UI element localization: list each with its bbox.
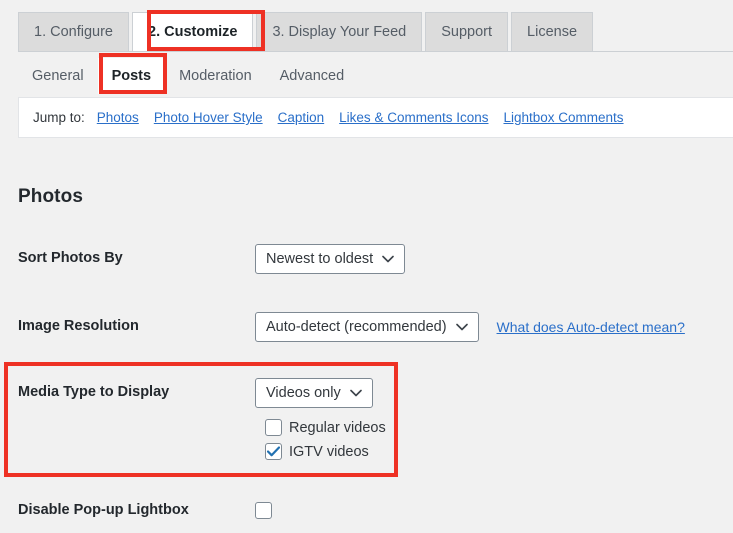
subtab-moderation[interactable]: Moderation bbox=[165, 58, 266, 94]
checkbox-row-disable-lightbox bbox=[255, 500, 272, 521]
subtab-general-label: General bbox=[32, 68, 84, 84]
tab-license[interactable]: License bbox=[511, 12, 594, 51]
setting-row-media-type: Media Type to Display Videos only Regula… bbox=[0, 378, 733, 462]
image-resolution-field: Auto-detect (recommended) What does Auto… bbox=[255, 312, 685, 342]
jump-link-likes-comments-icons[interactable]: Likes & Comments Icons bbox=[339, 110, 488, 125]
image-resolution-label: Image Resolution bbox=[18, 318, 139, 334]
sort-photos-field: Newest to oldest bbox=[255, 244, 406, 274]
settings-content: Photos Sort Photos By Newest to oldest I… bbox=[0, 138, 733, 533]
tab-support[interactable]: Support bbox=[425, 12, 509, 51]
subtab-posts-label: Posts bbox=[111, 68, 152, 84]
setting-row-disable-lightbox: Disable Pop-up Lightbox bbox=[0, 496, 733, 524]
regular-videos-label: Regular videos bbox=[289, 419, 386, 436]
chevron-down-icon bbox=[455, 323, 468, 331]
jump-link-caption[interactable]: Caption bbox=[278, 110, 325, 125]
sort-photos-value: Newest to oldest bbox=[266, 251, 374, 267]
sub-tabs: General Posts Moderation Advanced bbox=[18, 58, 358, 94]
jump-link-photo-hover-style[interactable]: Photo Hover Style bbox=[154, 110, 263, 125]
tab-customize[interactable]: 2. Customize bbox=[132, 12, 254, 51]
checkbox-row-regular-videos: Regular videos bbox=[265, 417, 386, 438]
chevron-down-icon bbox=[382, 255, 395, 263]
sub-tab-bar: General Posts Moderation Advanced bbox=[0, 52, 733, 97]
jump-link-lightbox-comments[interactable]: Lightbox Comments bbox=[503, 110, 623, 125]
regular-videos-checkbox[interactable] bbox=[265, 419, 282, 436]
sort-photos-select[interactable]: Newest to oldest bbox=[255, 244, 406, 274]
auto-detect-help-link[interactable]: What does Auto-detect mean? bbox=[497, 319, 685, 335]
disable-lightbox-field bbox=[255, 496, 272, 521]
setting-row-sort-photos: Sort Photos By Newest to oldest bbox=[0, 244, 733, 274]
subtab-posts[interactable]: Posts bbox=[97, 58, 166, 94]
disable-lightbox-label: Disable Pop-up Lightbox bbox=[18, 502, 189, 518]
jump-to-label: Jump to: bbox=[33, 110, 85, 125]
sort-photos-label: Sort Photos By bbox=[18, 250, 123, 266]
media-type-label: Media Type to Display bbox=[18, 384, 170, 400]
tab-customize-label: 2. Customize bbox=[148, 24, 238, 40]
subtab-moderation-label: Moderation bbox=[179, 68, 252, 84]
igtv-videos-label: IGTV videos bbox=[289, 443, 369, 460]
media-type-select[interactable]: Videos only bbox=[255, 378, 373, 408]
tab-support-label: Support bbox=[441, 24, 493, 40]
primary-tabs: 1. Configure 2. Customize 3. Display You… bbox=[18, 12, 596, 51]
checkbox-row-igtv-videos: IGTV videos bbox=[265, 441, 369, 462]
subtab-general[interactable]: General bbox=[18, 58, 98, 94]
tab-license-label: License bbox=[527, 24, 578, 40]
tab-configure-label: 1. Configure bbox=[34, 24, 113, 40]
image-resolution-value: Auto-detect (recommended) bbox=[266, 319, 447, 335]
section-title-photos: Photos bbox=[18, 186, 83, 207]
tab-display-your-feed-label: 3. Display Your Feed bbox=[272, 24, 407, 40]
setting-row-image-resolution: Image Resolution Auto-detect (recommende… bbox=[0, 312, 733, 342]
disable-lightbox-checkbox[interactable] bbox=[255, 502, 272, 519]
media-type-field: Videos only Regular videos IGTV videos bbox=[255, 378, 386, 462]
media-type-value: Videos only bbox=[266, 385, 341, 401]
subtab-advanced-label: Advanced bbox=[279, 68, 345, 84]
tab-configure[interactable]: 1. Configure bbox=[18, 12, 129, 51]
igtv-videos-checkbox[interactable] bbox=[265, 443, 282, 460]
subtab-advanced[interactable]: Advanced bbox=[266, 58, 359, 94]
jump-to-bar: Jump to: Photos Photo Hover Style Captio… bbox=[18, 97, 733, 138]
chevron-down-icon bbox=[349, 389, 362, 397]
tab-display-your-feed[interactable]: 3. Display Your Feed bbox=[256, 12, 423, 51]
primary-tab-bar: 1. Configure 2. Customize 3. Display You… bbox=[0, 0, 733, 52]
image-resolution-select[interactable]: Auto-detect (recommended) bbox=[255, 312, 479, 342]
jump-link-photos[interactable]: Photos bbox=[97, 110, 139, 125]
